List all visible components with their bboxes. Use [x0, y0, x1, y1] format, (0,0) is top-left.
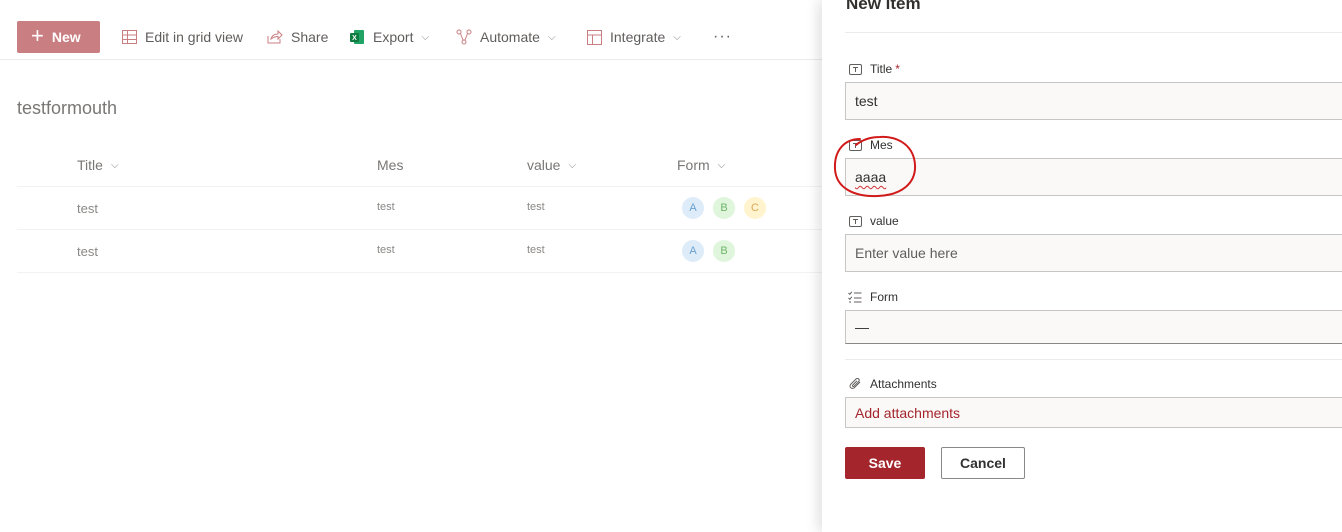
excel-icon: X — [348, 28, 366, 46]
share-icon — [266, 28, 284, 46]
mes-input-value: aaaa — [855, 169, 887, 185]
form-choice-chip: A — [682, 197, 704, 219]
share-button[interactable]: Share — [266, 0, 328, 74]
paperclip-icon — [848, 377, 862, 391]
export-label: Export — [373, 29, 414, 45]
text-field-icon — [848, 62, 862, 76]
save-button[interactable]: Save — [845, 447, 925, 479]
new-item-panel: New item Title * test Mes aaaa value Ent… — [822, 0, 1342, 532]
panel-title: New item — [846, 0, 921, 13]
chevron-down-icon: ⌵ — [110, 159, 119, 171]
export-button[interactable]: X Export ⌵ — [348, 0, 429, 74]
list-view: + New Edit in grid view Share X Export ⌵ — [0, 0, 822, 532]
chevron-down-icon: ⌵ — [568, 159, 577, 171]
column-mes-label: Mes — [377, 157, 404, 173]
text-field-icon — [848, 138, 862, 152]
command-bar: + New Edit in grid view Share X Export ⌵ — [0, 0, 822, 60]
integrate-label: Integrate — [610, 29, 666, 45]
column-title-label: Title — [77, 157, 103, 173]
column-value-label: value — [527, 157, 561, 173]
panel-divider — [845, 359, 1342, 360]
integrate-icon — [585, 28, 603, 46]
form-choice-chip: C — [744, 197, 766, 219]
mes-field-label: Mes — [848, 138, 893, 152]
chevron-down-icon: ⌵ — [421, 31, 430, 43]
flow-icon — [455, 28, 473, 46]
row-divider — [17, 186, 822, 187]
text-field-icon — [848, 214, 862, 228]
column-header-title[interactable]: Title ⌵ — [77, 157, 119, 173]
attachments-label-text: Attachments — [870, 377, 937, 391]
plus-icon: + — [31, 23, 44, 48]
form-choice-chip: A — [682, 240, 704, 262]
table-row-mes: test — [377, 201, 395, 213]
table-row-title[interactable]: test — [77, 244, 98, 259]
form-field-label: Form — [848, 290, 898, 304]
automate-label: Automate — [480, 29, 540, 45]
value-field-label: value — [848, 214, 899, 228]
table-row-mes: test — [377, 244, 395, 256]
edit-grid-button[interactable]: Edit in grid view — [120, 0, 243, 74]
more-options-button[interactable]: ··· — [713, 0, 732, 74]
mes-label-text: Mes — [870, 138, 893, 152]
table-row-title[interactable]: test — [77, 201, 98, 216]
add-attachments-button[interactable]: Add attachments — [845, 397, 1342, 428]
new-item-button[interactable]: + New — [17, 21, 100, 53]
chevron-down-icon: ⌵ — [547, 31, 556, 43]
row-divider — [17, 272, 822, 273]
title-input[interactable]: test — [845, 82, 1342, 120]
automate-button[interactable]: Automate ⌵ — [455, 0, 556, 74]
list-title: testformouth — [17, 98, 118, 118]
grid-icon — [120, 28, 138, 46]
share-label: Share — [291, 29, 329, 45]
form-label-text: Form — [870, 290, 898, 304]
column-form-label: Form — [677, 157, 710, 173]
cancel-button[interactable]: Cancel — [941, 447, 1025, 479]
edit-grid-label: Edit in grid view — [145, 29, 244, 45]
value-input[interactable]: Enter value here — [845, 234, 1342, 272]
column-header-value[interactable]: value ⌵ — [527, 157, 576, 173]
svg-text:X: X — [352, 35, 357, 42]
more-icon: ··· — [713, 28, 732, 45]
required-mark: * — [895, 62, 900, 76]
integrate-button[interactable]: Integrate ⌵ — [585, 0, 681, 74]
column-header-form[interactable]: Form ⌵ — [677, 157, 725, 173]
column-header-mes[interactable]: Mes — [377, 157, 403, 173]
chevron-down-icon: ⌵ — [717, 159, 726, 171]
value-label-text: value — [870, 214, 899, 228]
mes-input[interactable]: aaaa — [845, 158, 1342, 196]
table-row-value: test — [527, 201, 545, 213]
panel-divider — [845, 32, 1342, 33]
form-dropdown[interactable]: — — [845, 310, 1342, 344]
form-choice-chip: B — [713, 240, 735, 262]
title-field-label: Title * — [848, 62, 900, 76]
form-choice-chip: B — [713, 197, 735, 219]
row-divider — [17, 229, 822, 230]
attachments-field-label: Attachments — [848, 377, 937, 391]
new-label: New — [51, 29, 81, 45]
choice-list-icon — [848, 290, 862, 304]
table-row-value: test — [527, 244, 545, 256]
chevron-down-icon: ⌵ — [673, 31, 681, 43]
title-label-text: Title — [870, 62, 893, 76]
